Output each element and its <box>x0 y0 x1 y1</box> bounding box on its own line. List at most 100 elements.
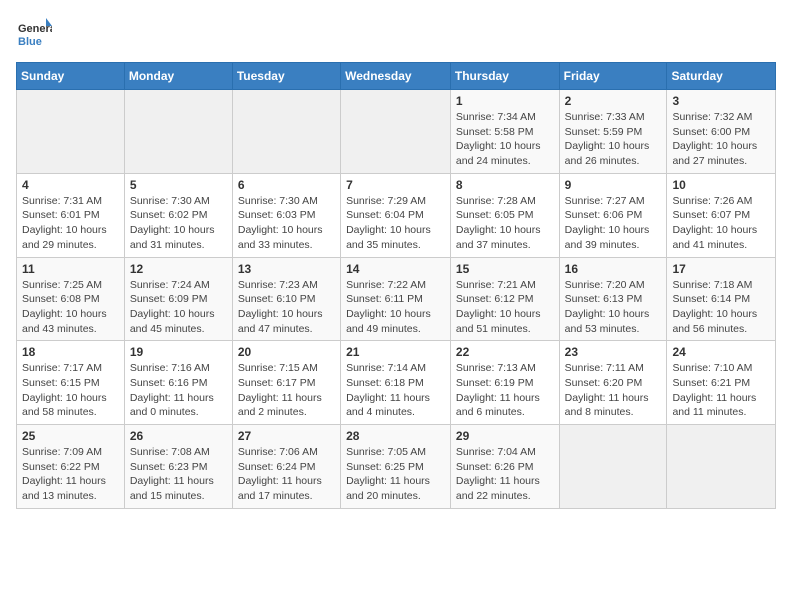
day-cell: 15 Sunrise: 7:21 AM Sunset: 6:12 PM Dayli… <box>450 257 559 341</box>
day-cell: 16 Sunrise: 7:20 AM Sunset: 6:13 PM Dayli… <box>559 257 667 341</box>
day-info: Sunrise: 7:26 AM Sunset: 6:07 PM Dayligh… <box>672 194 770 253</box>
day-cell <box>341 90 451 174</box>
day-cell: 13Sunrise: 7:23 AM Sunset: 6:10 PM Dayli… <box>232 257 340 341</box>
day-cell: 26 Sunrise: 7:08 AM Sunset: 6:23 PM Dayli… <box>124 425 232 509</box>
day-info: Sunrise: 7:09 AM Sunset: 6:22 PM Dayligh… <box>22 445 119 504</box>
day-cell: 18 Sunrise: 7:17 AM Sunset: 6:15 PM Dayli… <box>17 341 125 425</box>
day-cell <box>124 90 232 174</box>
day-cell: 3 Sunrise: 7:32 AM Sunset: 6:00 PM Daylig… <box>667 90 776 174</box>
day-cell: 22 Sunrise: 7:13 AM Sunset: 6:19 PM Dayli… <box>450 341 559 425</box>
day-number: 1 <box>456 94 554 108</box>
day-info: Sunrise: 7:17 AM Sunset: 6:15 PM Dayligh… <box>22 361 119 420</box>
day-info: Sunrise: 7:15 AM Sunset: 6:17 PM Dayligh… <box>238 361 335 420</box>
day-info: Sunrise: 7:23 AM Sunset: 6:10 PM Dayligh… <box>238 278 335 337</box>
day-number: 5 <box>130 178 227 192</box>
column-header-tuesday: Tuesday <box>232 63 340 90</box>
day-info: Sunrise: 7:27 AM Sunset: 6:06 PM Dayligh… <box>565 194 662 253</box>
day-number: 11 <box>22 262 119 276</box>
day-number: 18 <box>22 345 119 359</box>
day-number: 9 <box>565 178 662 192</box>
svg-text:Blue: Blue <box>18 36 42 48</box>
logo: General Blue <box>16 16 52 52</box>
column-header-friday: Friday <box>559 63 667 90</box>
day-number: 10 <box>672 178 770 192</box>
day-cell: 24 Sunrise: 7:10 AM Sunset: 6:21 PM Dayli… <box>667 341 776 425</box>
day-info: Sunrise: 7:31 AM Sunset: 6:01 PM Dayligh… <box>22 194 119 253</box>
day-number: 4 <box>22 178 119 192</box>
day-number: 24 <box>672 345 770 359</box>
day-cell: 2 Sunrise: 7:33 AM Sunset: 5:59 PM Daylig… <box>559 90 667 174</box>
day-cell: 5 Sunrise: 7:30 AM Sunset: 6:02 PM Daylig… <box>124 173 232 257</box>
day-cell: 11 Sunrise: 7:25 AM Sunset: 6:08 PM Dayli… <box>17 257 125 341</box>
day-number: 2 <box>565 94 662 108</box>
day-cell: 19 Sunrise: 7:16 AM Sunset: 6:16 PM Dayli… <box>124 341 232 425</box>
column-header-wednesday: Wednesday <box>341 63 451 90</box>
page-header: General Blue <box>16 16 776 52</box>
day-cell <box>667 425 776 509</box>
day-info: Sunrise: 7:30 AM Sunset: 6:03 PM Dayligh… <box>238 194 335 253</box>
day-number: 22 <box>456 345 554 359</box>
day-info: Sunrise: 7:33 AM Sunset: 5:59 PM Dayligh… <box>565 110 662 169</box>
column-header-sunday: Sunday <box>17 63 125 90</box>
day-info: Sunrise: 7:25 AM Sunset: 6:08 PM Dayligh… <box>22 278 119 337</box>
day-number: 8 <box>456 178 554 192</box>
day-cell: 27Sunrise: 7:06 AM Sunset: 6:24 PM Dayli… <box>232 425 340 509</box>
day-number: 19 <box>130 345 227 359</box>
day-cell: 29 Sunrise: 7:04 AM Sunset: 6:26 PM Dayli… <box>450 425 559 509</box>
day-cell: 1Sunrise: 7:34 AM Sunset: 5:58 PM Daylig… <box>450 90 559 174</box>
day-number: 20 <box>238 345 335 359</box>
day-info: Sunrise: 7:30 AM Sunset: 6:02 PM Dayligh… <box>130 194 227 253</box>
day-cell: 20 Sunrise: 7:15 AM Sunset: 6:17 PM Dayli… <box>232 341 340 425</box>
day-cell <box>17 90 125 174</box>
day-number: 3 <box>672 94 770 108</box>
day-info: Sunrise: 7:06 AM Sunset: 6:24 PM Dayligh… <box>238 445 335 504</box>
day-number: 12 <box>130 262 227 276</box>
day-cell: 28 Sunrise: 7:05 AM Sunset: 6:25 PM Dayli… <box>341 425 451 509</box>
day-number: 23 <box>565 345 662 359</box>
day-cell: 17Sunrise: 7:18 AM Sunset: 6:14 PM Dayli… <box>667 257 776 341</box>
day-number: 16 <box>565 262 662 276</box>
day-info: Sunrise: 7:08 AM Sunset: 6:23 PM Dayligh… <box>130 445 227 504</box>
day-number: 21 <box>346 345 445 359</box>
day-cell: 6Sunrise: 7:30 AM Sunset: 6:03 PM Daylig… <box>232 173 340 257</box>
day-info: Sunrise: 7:20 AM Sunset: 6:13 PM Dayligh… <box>565 278 662 337</box>
day-cell: 12 Sunrise: 7:24 AM Sunset: 6:09 PM Dayli… <box>124 257 232 341</box>
day-info: Sunrise: 7:14 AM Sunset: 6:18 PM Dayligh… <box>346 361 445 420</box>
week-row-1: 1Sunrise: 7:34 AM Sunset: 5:58 PM Daylig… <box>17 90 776 174</box>
column-header-thursday: Thursday <box>450 63 559 90</box>
day-cell: 14Sunrise: 7:22 AM Sunset: 6:11 PM Dayli… <box>341 257 451 341</box>
day-cell: 8 Sunrise: 7:28 AM Sunset: 6:05 PM Daylig… <box>450 173 559 257</box>
day-info: Sunrise: 7:24 AM Sunset: 6:09 PM Dayligh… <box>130 278 227 337</box>
week-row-5: 25 Sunrise: 7:09 AM Sunset: 6:22 PM Dayli… <box>17 425 776 509</box>
week-row-2: 4 Sunrise: 7:31 AM Sunset: 6:01 PM Daylig… <box>17 173 776 257</box>
column-header-saturday: Saturday <box>667 63 776 90</box>
calendar-table: SundayMondayTuesdayWednesdayThursdayFrid… <box>16 62 776 509</box>
day-cell: 21 Sunrise: 7:14 AM Sunset: 6:18 PM Dayli… <box>341 341 451 425</box>
day-cell: 9 Sunrise: 7:27 AM Sunset: 6:06 PM Daylig… <box>559 173 667 257</box>
day-info: Sunrise: 7:32 AM Sunset: 6:00 PM Dayligh… <box>672 110 770 169</box>
day-number: 29 <box>456 429 554 443</box>
day-number: 25 <box>22 429 119 443</box>
week-row-3: 11 Sunrise: 7:25 AM Sunset: 6:08 PM Dayli… <box>17 257 776 341</box>
day-info: Sunrise: 7:13 AM Sunset: 6:19 PM Dayligh… <box>456 361 554 420</box>
calendar-header-row: SundayMondayTuesdayWednesdayThursdayFrid… <box>17 63 776 90</box>
column-header-monday: Monday <box>124 63 232 90</box>
day-cell <box>559 425 667 509</box>
day-info: Sunrise: 7:04 AM Sunset: 6:26 PM Dayligh… <box>456 445 554 504</box>
calendar-body: 1Sunrise: 7:34 AM Sunset: 5:58 PM Daylig… <box>17 90 776 509</box>
day-number: 28 <box>346 429 445 443</box>
day-cell: 10 Sunrise: 7:26 AM Sunset: 6:07 PM Dayli… <box>667 173 776 257</box>
day-info: Sunrise: 7:28 AM Sunset: 6:05 PM Dayligh… <box>456 194 554 253</box>
day-cell <box>232 90 340 174</box>
day-number: 15 <box>456 262 554 276</box>
day-number: 17 <box>672 262 770 276</box>
day-info: Sunrise: 7:21 AM Sunset: 6:12 PM Dayligh… <box>456 278 554 337</box>
day-number: 26 <box>130 429 227 443</box>
week-row-4: 18 Sunrise: 7:17 AM Sunset: 6:15 PM Dayli… <box>17 341 776 425</box>
day-cell: 25 Sunrise: 7:09 AM Sunset: 6:22 PM Dayli… <box>17 425 125 509</box>
day-cell: 7Sunrise: 7:29 AM Sunset: 6:04 PM Daylig… <box>341 173 451 257</box>
day-number: 14 <box>346 262 445 276</box>
day-info: Sunrise: 7:16 AM Sunset: 6:16 PM Dayligh… <box>130 361 227 420</box>
day-info: Sunrise: 7:05 AM Sunset: 6:25 PM Dayligh… <box>346 445 445 504</box>
day-info: Sunrise: 7:10 AM Sunset: 6:21 PM Dayligh… <box>672 361 770 420</box>
